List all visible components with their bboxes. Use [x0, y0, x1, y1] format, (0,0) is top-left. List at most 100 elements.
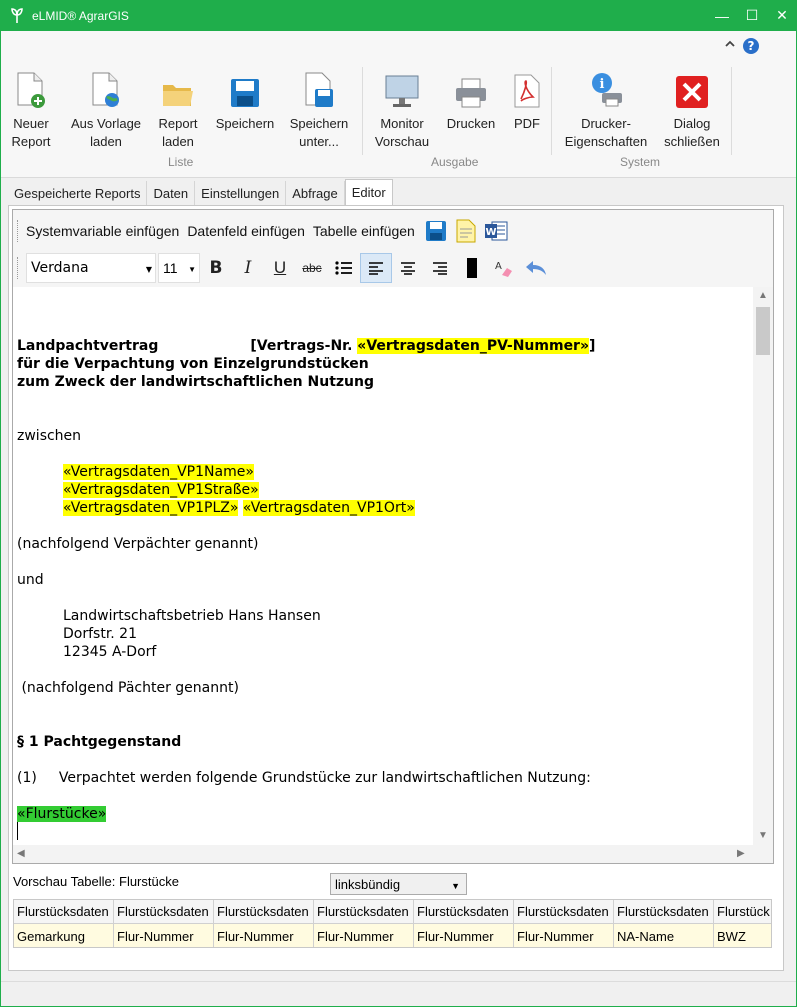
insert-system-variable-button[interactable]: Systemvariable einfügen: [26, 223, 179, 239]
field-vp1-plz[interactable]: «Vertragsdaten_VP1PLZ»: [63, 500, 239, 516]
table-header-cell[interactable]: Flurstücksdaten: [514, 900, 614, 924]
load-template-button[interactable]: Aus Vorlage laden: [66, 65, 146, 151]
insert-data-field-button[interactable]: Datenfeld einfügen: [187, 223, 305, 239]
monitor-icon: [382, 65, 422, 109]
table-header-cell[interactable]: Flurstücksdaten: [414, 900, 514, 924]
template-globe-icon: [86, 65, 126, 109]
strikethrough-button[interactable]: abc: [296, 253, 328, 283]
align-left-icon[interactable]: [360, 253, 392, 283]
insert-toolbar: Systemvariable einfügen Datenfeld einfüg…: [12, 216, 513, 246]
status-bar: [1, 981, 796, 1006]
print-button[interactable]: Drucken: [443, 65, 499, 133]
table-header-cell[interactable]: Flurstücksdaten: [14, 900, 114, 924]
doc-zwischen: zwischen: [17, 428, 82, 444]
table-header-cell[interactable]: Flurstück: [714, 900, 771, 924]
monitor-preview-label-2: Vorschau: [374, 134, 430, 149]
table-header-cell[interactable]: Flurstücksdaten: [214, 900, 314, 924]
table-cell[interactable]: NA-Name: [614, 924, 714, 947]
table-cell[interactable]: BWZ: [714, 924, 771, 947]
table-cell[interactable]: Flur-Nummer: [414, 924, 514, 947]
svg-text:A: A: [495, 261, 502, 272]
ribbon: Neuer Report Aus Vorlage laden Report la…: [1, 61, 796, 178]
scroll-thumb[interactable]: [756, 307, 770, 355]
font-size-select[interactable]: 11 ▼: [158, 253, 200, 283]
scroll-right-icon[interactable]: ▶: [737, 848, 745, 859]
new-report-button[interactable]: Neuer Report: [9, 65, 53, 151]
vertical-scrollbar[interactable]: ▲ ▼: [753, 287, 773, 845]
align-right-icon[interactable]: [424, 253, 456, 283]
help-icon[interactable]: ?: [742, 37, 760, 58]
ribbon-top-bar: ?: [1, 31, 796, 61]
table-cell[interactable]: Flur-Nummer: [314, 924, 414, 947]
pdf-button[interactable]: PDF: [509, 65, 545, 133]
word-icon[interactable]: W: [483, 218, 509, 244]
folder-icon: [158, 65, 198, 109]
italic-button[interactable]: I: [232, 253, 264, 283]
save-as-icon: [299, 65, 339, 109]
insert-table-button[interactable]: Tabelle einfügen: [313, 223, 415, 239]
underline-button[interactable]: U: [264, 253, 296, 283]
tab-gespeicherte-reports[interactable]: Gespeicherte Reports: [8, 181, 148, 205]
close-dialog-button[interactable]: Dialog schließen: [661, 65, 723, 151]
field-flurstuecke[interactable]: «Flurstücke»: [17, 806, 107, 822]
eraser-icon[interactable]: A: [488, 253, 520, 283]
tab-editor[interactable]: Editor: [344, 179, 393, 205]
doc-section-1: § 1 Pachtgegenstand: [17, 734, 182, 750]
field-vp1-ort[interactable]: «Vertragsdaten_VP1Ort»: [242, 500, 415, 516]
printer-icon: [451, 65, 491, 109]
toolbar-grip[interactable]: [17, 220, 20, 242]
tab-abfrage[interactable]: Abfrage: [286, 181, 345, 205]
pdf-label: PDF: [514, 116, 540, 131]
text-cursor: [17, 822, 18, 840]
maximize-button[interactable]: ☐: [737, 0, 767, 31]
table-cell[interactable]: Gemarkung: [14, 924, 114, 947]
alignment-select[interactable]: linksbündig ▼: [330, 873, 467, 895]
save-doc-icon[interactable]: [423, 218, 449, 244]
document-editor[interactable]: Landpachtvertrag [Vertrags-Nr. «Vertragsd…: [13, 287, 753, 845]
chevron-up-icon[interactable]: [724, 38, 736, 53]
horizontal-scrollbar[interactable]: ◀ ▶: [13, 845, 753, 863]
monitor-preview-button[interactable]: Monitor Vorschau: [371, 65, 433, 151]
save-as-button[interactable]: Speichern unter...: [286, 65, 352, 151]
chevron-down-icon: ▼: [145, 265, 152, 274]
table-cell[interactable]: Flur-Nummer: [214, 924, 314, 947]
printer-properties-label-2: Eigenschaften: [564, 134, 648, 149]
table-header-row: Flurstücksdaten Flurstücksdaten Flurstüc…: [14, 900, 771, 924]
tab-bar: Gespeicherte Reports Daten Einstellungen…: [8, 179, 393, 205]
new-document-icon: [11, 65, 51, 109]
scroll-down-icon[interactable]: ▼: [758, 830, 768, 841]
doc-paechter-strasse: Dorfstr. 21: [63, 626, 137, 642]
field-pv-nummer[interactable]: «Vertragsdaten_PV-Nummer»: [357, 338, 590, 354]
scroll-up-icon[interactable]: ▲: [758, 290, 768, 301]
table-header-cell[interactable]: Flurstücksdaten: [314, 900, 414, 924]
close-button[interactable]: ✕: [767, 0, 797, 31]
toolbar-grip[interactable]: [17, 257, 20, 279]
table-row: Gemarkung Flur-Nummer Flur-Nummer Flur-N…: [14, 924, 771, 947]
align-center-icon[interactable]: [392, 253, 424, 283]
doc-paechter-ort: 12345 A-Dorf: [63, 644, 157, 660]
bold-button[interactable]: B: [200, 253, 232, 283]
doc-verpaechter: (nachfolgend Verpächter genannt): [17, 536, 259, 552]
table-header-cell[interactable]: Flurstücksdaten: [114, 900, 214, 924]
scroll-left-icon[interactable]: ◀: [17, 848, 25, 859]
font-select[interactable]: Verdana ▼: [26, 253, 156, 283]
tab-daten[interactable]: Daten: [147, 181, 196, 205]
field-vp1-name[interactable]: «Vertragsdaten_VP1Name»: [63, 464, 254, 480]
undo-icon[interactable]: [520, 253, 552, 283]
minimize-button[interactable]: —: [707, 0, 737, 31]
table-header-cell[interactable]: Flurstücksdaten: [614, 900, 714, 924]
load-report-label-2: laden: [162, 134, 194, 149]
load-report-button[interactable]: Report laden: [153, 65, 203, 151]
field-vp1-strasse[interactable]: «Vertragsdaten_VP1Straße»: [63, 482, 259, 498]
table-cell[interactable]: Flur-Nummer: [114, 924, 214, 947]
notes-icon[interactable]: [453, 218, 479, 244]
bullet-list-icon[interactable]: [328, 253, 360, 283]
table-cell[interactable]: Flur-Nummer: [514, 924, 614, 947]
printer-properties-label-1: Drucker-: [581, 116, 631, 131]
printer-properties-button[interactable]: i Drucker- Eigenschaften: [561, 65, 651, 151]
svg-text:W: W: [485, 227, 496, 238]
save-button[interactable]: Speichern: [213, 65, 277, 133]
tab-einstellungen[interactable]: Einstellungen: [195, 181, 287, 205]
text-color-icon[interactable]: [456, 253, 488, 283]
group-label-system: System: [620, 155, 661, 169]
